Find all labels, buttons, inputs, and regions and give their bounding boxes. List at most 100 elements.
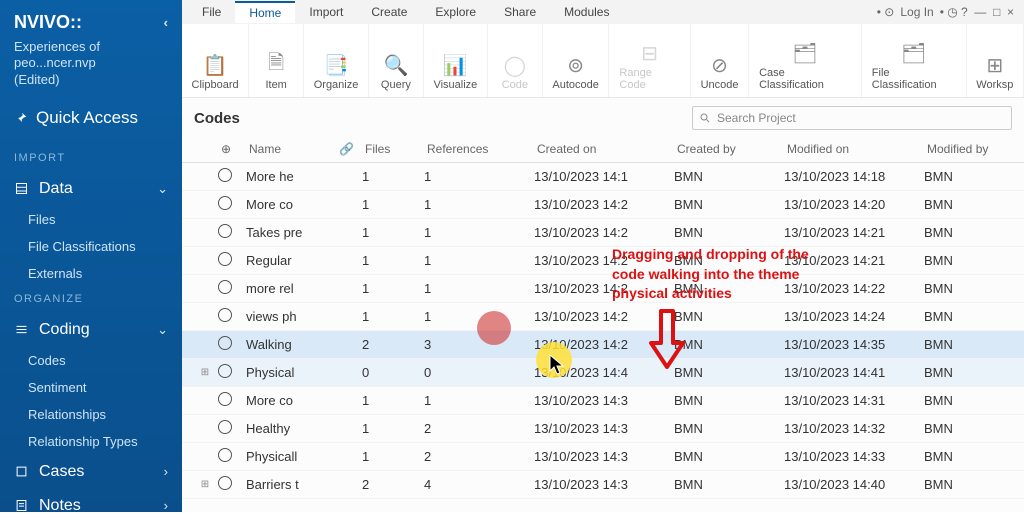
table-row[interactable]: Regular1113/10/2023 14:2BMN13/10/2023 14… <box>182 247 1024 275</box>
ribbon-workspace[interactable]: ⊞Worksp <box>967 24 1024 97</box>
col-name[interactable]: Name <box>246 140 336 158</box>
code-icon <box>218 336 232 350</box>
table-row[interactable]: More he1113/10/2023 14:1BMN13/10/2023 14… <box>182 163 1024 191</box>
table-row[interactable]: views ph1113/10/2023 14:2BMN13/10/2023 1… <box>182 303 1024 331</box>
menu-explore[interactable]: Explore <box>421 2 490 22</box>
sidebar-item-relationships[interactable]: Relationships <box>0 401 182 428</box>
group-coding[interactable]: Coding ⌄ <box>0 313 182 347</box>
cell-created-on: 13/10/2023 14:2 <box>534 197 674 212</box>
cell-references: 1 <box>424 393 534 408</box>
table-row[interactable]: More co1113/10/2023 14:3BMN13/10/2023 14… <box>182 387 1024 415</box>
cell-modified-on: 13/10/2023 14:21 <box>784 253 924 268</box>
expand-icon[interactable]: ⊞ <box>192 479 218 490</box>
col-modified-by[interactable]: Modified by <box>924 140 1014 158</box>
cell-modified-by: BMN <box>924 169 1014 184</box>
ribbon-file-classification[interactable]: 🗂File Classification <box>862 24 967 97</box>
cell-created-by: BMN <box>674 309 784 324</box>
cell-name: Walking <box>246 337 336 352</box>
cell-references: 1 <box>424 197 534 212</box>
code-icon <box>218 420 232 434</box>
cell-modified-on: 13/10/2023 14:24 <box>784 309 924 324</box>
cell-modified-by: BMN <box>924 477 1014 492</box>
ribbon-organize[interactable]: 📑Organize <box>304 24 369 97</box>
chevron-down-icon: ⌄ <box>157 181 168 197</box>
sidebar-item-file-classifications[interactable]: File Classifications <box>0 233 182 260</box>
code-icon <box>218 476 232 490</box>
cell-modified-by: BMN <box>924 421 1014 436</box>
menu-home[interactable]: Home <box>235 1 295 23</box>
col-files[interactable]: Files <box>362 140 424 158</box>
cell-files: 1 <box>362 253 424 268</box>
cell-files: 1 <box>362 281 424 296</box>
table-row[interactable]: Physicall1213/10/2023 14:3BMN13/10/2023 … <box>182 443 1024 471</box>
table-row[interactable]: Takes pre1113/10/2023 14:2BMN13/10/2023 … <box>182 219 1024 247</box>
cell-references: 4 <box>424 477 534 492</box>
ribbon-query[interactable]: 🔍Query <box>369 24 424 97</box>
menu-file[interactable]: File <box>188 2 235 22</box>
table-row[interactable]: ⊞Barriers t2413/10/2023 14:3BMN13/10/202… <box>182 471 1024 499</box>
sidebar-item-codes[interactable]: Codes <box>0 347 182 374</box>
sidebar-item-relationship-types[interactable]: Relationship Types <box>0 428 182 455</box>
col-created-by[interactable]: Created by <box>674 140 784 158</box>
sidebar-item-externals[interactable]: Externals <box>0 260 182 287</box>
table-row[interactable]: Walking2313/10/2023 14:2BMN13/10/2023 14… <box>182 331 1024 359</box>
cell-files: 1 <box>362 169 424 184</box>
quick-access[interactable]: Quick Access <box>0 98 182 146</box>
cell-files: 2 <box>362 337 424 352</box>
ribbon-uncode[interactable]: ⊘Uncode <box>691 24 749 97</box>
section-organize: ORGANIZE <box>0 287 182 313</box>
menu-modules[interactable]: Modules <box>550 2 623 22</box>
ribbon-clipboard[interactable]: 📋Clipboard <box>182 24 249 97</box>
expand-icon[interactable]: ⊞ <box>192 367 218 378</box>
cell-name: More he <box>246 169 336 184</box>
cell-name: Barriers t <box>246 477 336 492</box>
cell-modified-by: BMN <box>924 225 1014 240</box>
col-modified-on[interactable]: Modified on <box>784 140 924 158</box>
cell-modified-by: BMN <box>924 449 1014 464</box>
group-notes[interactable]: Notes › <box>0 489 182 523</box>
menu-share[interactable]: Share <box>490 2 550 22</box>
window-controls: • ⊙Log In• ◷ ? — □ × <box>877 5 1024 19</box>
cell-modified-by: BMN <box>924 393 1014 408</box>
search-input[interactable]: Search Project <box>692 106 1012 130</box>
main: File Home Import Create Explore Share Mo… <box>182 0 1024 512</box>
cell-modified-on: 13/10/2023 14:22 <box>784 281 924 296</box>
cell-files: 1 <box>362 225 424 240</box>
code-icon <box>218 224 232 238</box>
cell-references: 1 <box>424 253 534 268</box>
cell-created-on: 13/10/2023 14:2 <box>534 337 674 352</box>
table-row[interactable]: More co1113/10/2023 14:2BMN13/10/2023 14… <box>182 191 1024 219</box>
ribbon-item[interactable]: 🗎Item <box>249 24 304 97</box>
menu-create[interactable]: Create <box>357 2 421 22</box>
ribbon-range-code: ⊟Range Code <box>609 24 691 97</box>
cell-references: 1 <box>424 281 534 296</box>
cell-created-by: BMN <box>674 337 784 352</box>
cell-files: 1 <box>362 197 424 212</box>
group-data[interactable]: Data ⌄ <box>0 172 182 206</box>
cell-references: 3 <box>424 337 534 352</box>
table-row[interactable]: ⊞Physical0013/10/2023 14:4BMN13/10/2023 … <box>182 359 1024 387</box>
col-references[interactable]: References <box>424 140 534 158</box>
search-icon <box>699 112 711 124</box>
group-cases[interactable]: Cases › <box>0 455 182 489</box>
sidebar-item-files[interactable]: Files <box>0 206 182 233</box>
chevron-left-icon[interactable]: ‹ <box>164 15 168 30</box>
sidebar: NVIVO:: ‹ Experiences of peo...ncer.nvp … <box>0 0 182 512</box>
table-row[interactable]: more rel1113/10/2023 14:2BMN13/10/2023 1… <box>182 275 1024 303</box>
cell-modified-on: 13/10/2023 14:31 <box>784 393 924 408</box>
code-icon <box>218 308 232 322</box>
ribbon-case-classification[interactable]: 🗂Case Classification <box>749 24 862 97</box>
cell-created-by: BMN <box>674 421 784 436</box>
ribbon-visualize[interactable]: 📊Visualize <box>424 24 488 97</box>
ribbon-autocode[interactable]: ⊚Autocode <box>543 24 610 97</box>
cell-created-by: BMN <box>674 253 784 268</box>
menu-import[interactable]: Import <box>295 2 357 22</box>
expand-all-icon[interactable]: ⊕ <box>218 140 246 158</box>
col-created-on[interactable]: Created on <box>534 140 674 158</box>
cell-name: More co <box>246 393 336 408</box>
sidebar-item-sentiment[interactable]: Sentiment <box>0 374 182 401</box>
cell-modified-on: 13/10/2023 14:32 <box>784 421 924 436</box>
cell-created-on: 13/10/2023 14:4 <box>534 365 674 380</box>
table-row[interactable]: Healthy1213/10/2023 14:3BMN13/10/2023 14… <box>182 415 1024 443</box>
chevron-down-icon: ⌄ <box>157 322 168 338</box>
